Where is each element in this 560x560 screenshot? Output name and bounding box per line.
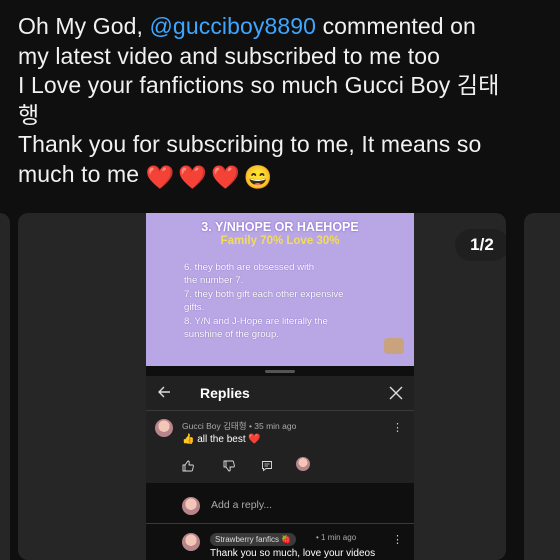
comment-time: • 35 min ago [248, 421, 297, 431]
grinning-emoji: 😄 [243, 163, 273, 190]
post-text: Oh My God, @gucciboy8890 commented on my… [18, 12, 548, 192]
channel-logo-icon [384, 338, 404, 354]
image-counter: 1/2 [455, 229, 506, 261]
reply-input[interactable]: Add a reply... [211, 499, 272, 511]
like-icon[interactable] [182, 460, 194, 472]
post-line-4: 행 [18, 101, 40, 128]
creator-heart-avatar [296, 457, 310, 471]
more-options-icon[interactable]: ⋮ [392, 421, 403, 434]
divider [146, 523, 414, 524]
close-icon[interactable] [388, 385, 404, 401]
carousel-image-card[interactable]: 3. Y/NHOPE OR HAEHOPE Family 70% Love 30… [18, 213, 506, 560]
comment-text: 👍 all the best ❤️ [182, 434, 261, 445]
post-line-1: Oh My God, @gucciboy8890 commented on [18, 12, 548, 42]
back-arrow-icon[interactable] [156, 384, 172, 400]
video-slide: 3. Y/NHOPE OR HAEHOPE Family 70% Love 30… [146, 213, 414, 366]
avatar [182, 497, 200, 515]
comment-author[interactable]: Gucci Boy 김태형 • 35 min ago [182, 420, 296, 432]
slide-line: the number 7. [184, 275, 244, 287]
slide-title: 3. Y/NHOPE OR HAEHOPE [201, 220, 359, 234]
post-line-1-suffix: commented on [316, 13, 476, 39]
heart-emoji: ❤️ [178, 163, 208, 190]
screenshot-image: 3. Y/NHOPE OR HAEHOPE Family 70% Love 30… [146, 213, 414, 560]
reply-text: Thank you so much, love your videos [210, 548, 376, 559]
post-line-2: my latest video and subscribed to me too [18, 42, 441, 69]
reply-item: Strawberry fanfics 🍓 • 1 min ago Thank y… [146, 525, 414, 560]
slide-line: gifts. [184, 302, 205, 314]
replies-title: Replies [200, 385, 250, 401]
previous-image-peek[interactable] [0, 213, 10, 560]
post-line-6: much to me ❤️ ❤️ ❤️ 😄 [18, 160, 548, 193]
avatar[interactable] [182, 533, 200, 551]
post-line-3: I Love your fanfictions so much Gucci Bo… [18, 72, 500, 98]
slide-subtitle: Family 70% Love 30% [220, 235, 340, 247]
post-line-1-prefix: Oh My God, [18, 13, 150, 39]
slide-body: 6. they both are obsessed with the numbe… [184, 261, 384, 341]
media-carousel[interactable]: 3. Y/NHOPE OR HAEHOPE Family 70% Love 30… [0, 213, 560, 560]
slide-line: sunshine of the group. [184, 329, 279, 341]
comment-item: Gucci Boy 김태형 • 35 min ago 👍 all the bes… [146, 411, 414, 483]
post-line-6-text: much to me [18, 160, 140, 187]
slide-line: 6. they both are obsessed with [184, 262, 315, 273]
heart-emoji: ❤️ [211, 163, 240, 190]
slide-line: 8. Y/N and J-Hope are literally the [184, 315, 328, 327]
mention-link[interactable]: @gucciboy8890 [149, 13, 316, 39]
reply-icon[interactable] [261, 460, 273, 472]
reply-box[interactable]: Add a reply... [146, 491, 414, 525]
slide-line: 7. they both gift each other expensive [184, 288, 344, 300]
heart-emoji: ❤️ [145, 163, 175, 190]
comment-author-name: Gucci Boy 김태형 [182, 421, 247, 431]
creator-badge[interactable]: Strawberry fanfics 🍓 [210, 533, 297, 546]
avatar[interactable] [155, 419, 173, 437]
dislike-icon[interactable] [223, 460, 235, 472]
replies-header: Replies [146, 376, 414, 410]
next-image-peek[interactable] [524, 213, 560, 560]
more-options-icon[interactable]: ⋮ [392, 533, 403, 546]
drag-handle[interactable] [265, 370, 295, 373]
post-line-5: Thank you for subscribing to me, It mean… [18, 131, 482, 157]
reply-time: • 1 min ago [316, 533, 357, 542]
